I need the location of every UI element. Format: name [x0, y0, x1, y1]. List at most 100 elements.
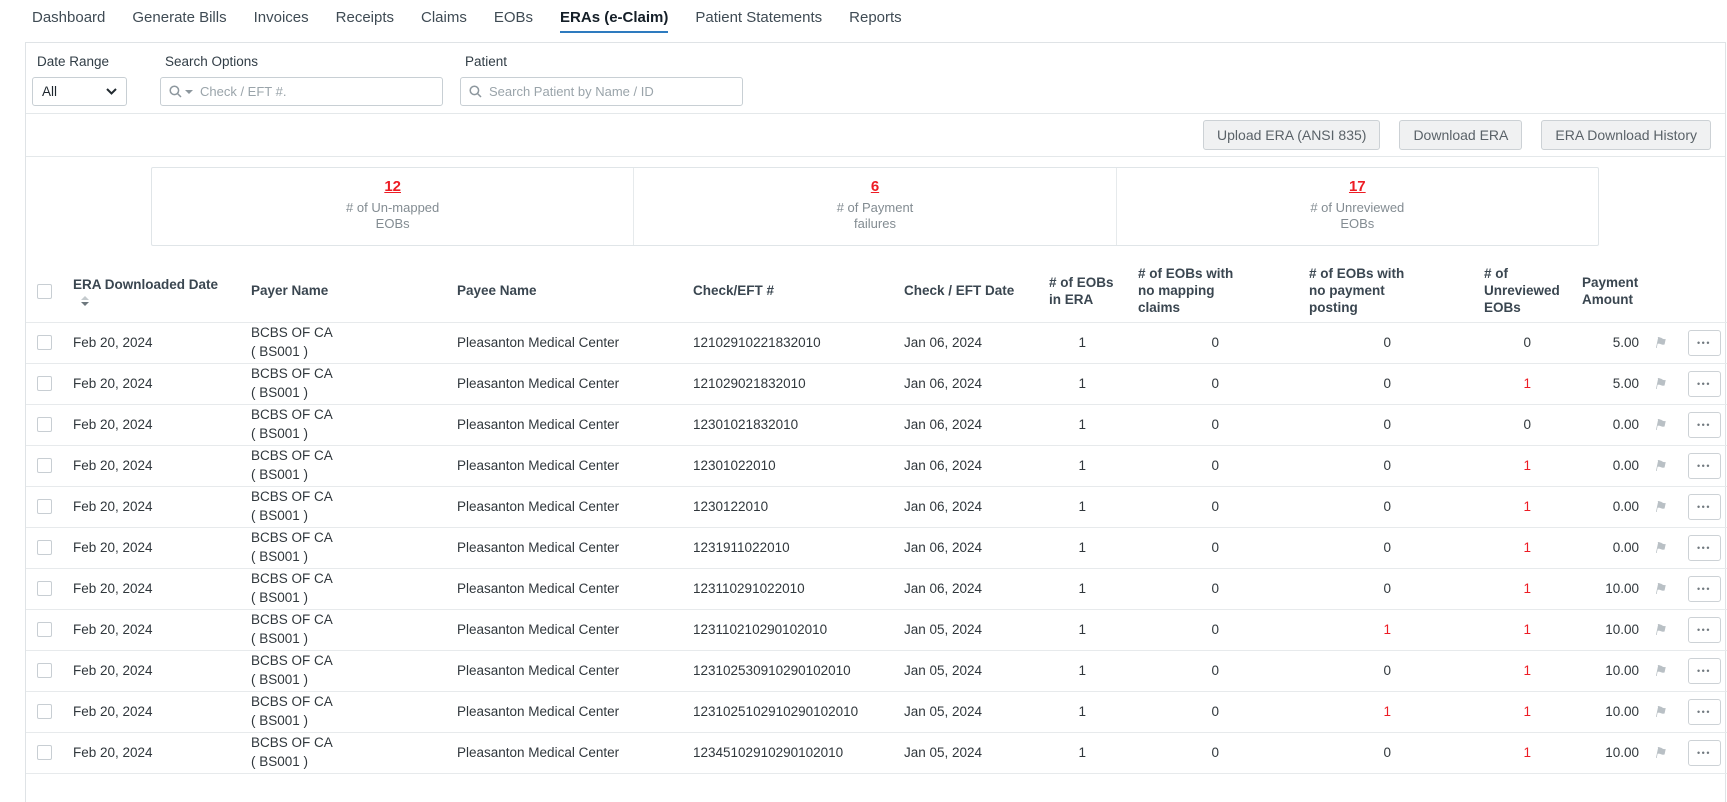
nav-tab-dashboard[interactable]: Dashboard [32, 9, 105, 31]
row-checkbox[interactable] [37, 335, 52, 351]
flag-icon[interactable]: ⚑ [1652, 457, 1669, 475]
row-checkbox[interactable] [37, 581, 52, 597]
row-actions-button[interactable]: ••• [1687, 657, 1721, 684]
download-era-button[interactable]: Download ERA [1399, 120, 1523, 150]
nav-tab-receipts[interactable]: Receipts [336, 9, 394, 31]
eobs-no-mapping-cell: 0 [1116, 691, 1249, 733]
payer-name-cell: BCBS OF CA ( BS001 ) [241, 650, 451, 692]
nav-tab-reports[interactable]: Reports [849, 9, 902, 31]
payment-amount-cell: 10.00 [1561, 691, 1641, 733]
row-actions-button[interactable]: ••• [1687, 329, 1721, 356]
chevron-down-icon [106, 88, 117, 95]
payee-name-cell: Pleasanton Medical Center [451, 486, 686, 528]
era-downloaded-date-cell: Feb 20, 2024 [71, 732, 241, 774]
eobs-no-mapping-cell: 0 [1116, 486, 1249, 528]
eobs-no-posting-cell: 0 [1249, 363, 1421, 405]
row-checkbox[interactable] [37, 704, 52, 720]
col-header-eobs-no-mapping[interactable]: # of EOBs with no mapping claims [1116, 260, 1249, 323]
row-actions-button[interactable]: ••• [1687, 575, 1721, 602]
check-eft-date-cell: Jan 06, 2024 [898, 486, 1038, 528]
row-checkbox[interactable] [37, 745, 52, 761]
unreviewed-eobs-cell: 1 [1421, 650, 1561, 692]
era-downloaded-date-cell: Feb 20, 2024 [71, 568, 241, 610]
flag-icon[interactable]: ⚑ [1652, 580, 1669, 598]
nav-tab-eobs[interactable]: EOBs [494, 9, 533, 31]
payment-failures-count-link[interactable]: 6 [871, 178, 879, 195]
col-header-unreviewed-eobs[interactable]: # of Unreviewed EOBs [1421, 260, 1561, 323]
payee-name-cell: Pleasanton Medical Center [451, 691, 686, 733]
unreviewed-eobs-cell: 1 [1421, 363, 1561, 405]
table-row: Feb 20, 2024 BCBS OF CA ( BS001 ) Pleasa… [26, 527, 1727, 569]
col-header-eobs-no-posting[interactable]: # of EOBs with no payment posting [1249, 260, 1421, 323]
flag-icon[interactable]: ⚑ [1652, 662, 1669, 680]
col-header-era-downloaded-date[interactable]: ERA Downloaded Date [73, 276, 241, 293]
eobs-no-posting-cell: 0 [1249, 486, 1421, 528]
eobs-no-posting-cell: 0 [1249, 322, 1421, 364]
row-checkbox[interactable] [37, 622, 52, 638]
col-header-payer-name[interactable]: Payer Name [241, 260, 451, 323]
patient-search-input[interactable] [489, 84, 734, 99]
eobs-in-era-cell: 1 [1038, 568, 1116, 610]
flag-icon[interactable]: ⚑ [1652, 744, 1669, 762]
payer-name-cell: BCBS OF CA ( BS001 ) [241, 445, 451, 487]
row-actions-button[interactable]: ••• [1687, 534, 1721, 561]
flag-icon[interactable]: ⚑ [1652, 498, 1669, 516]
unmapped-eobs-count-link[interactable]: 12 [384, 178, 401, 195]
flag-icon[interactable]: ⚑ [1652, 375, 1669, 393]
check-eft-date-cell: Jan 06, 2024 [898, 527, 1038, 569]
table-row: Feb 20, 2024 BCBS OF CA ( BS001 ) Pleasa… [26, 404, 1727, 446]
row-actions-button[interactable]: ••• [1687, 698, 1721, 725]
eobs-in-era-cell: 1 [1038, 609, 1116, 651]
payer-name-cell: BCBS OF CA ( BS001 ) [241, 322, 451, 364]
check-eft-number-cell: 123102530910290102010 [686, 650, 898, 692]
row-checkbox[interactable] [37, 376, 52, 392]
row-actions-button[interactable]: ••• [1687, 411, 1721, 438]
col-header-check-eft-number[interactable]: Check/EFT # [686, 260, 898, 323]
unreviewed-eobs-count-link[interactable]: 17 [1349, 178, 1366, 195]
eobs-no-posting-cell: 0 [1249, 732, 1421, 774]
payment-amount-cell: 10.00 [1561, 609, 1641, 651]
sort-ascending-icon[interactable] [81, 295, 89, 300]
row-checkbox[interactable] [37, 663, 52, 679]
row-actions-button[interactable]: ••• [1687, 370, 1721, 397]
flag-icon[interactable]: ⚑ [1652, 621, 1669, 639]
upload-era-button[interactable]: Upload ERA (ANSI 835) [1203, 120, 1381, 150]
select-all-checkbox[interactable] [37, 284, 52, 300]
row-actions-button[interactable]: ••• [1687, 493, 1721, 520]
flag-icon[interactable]: ⚑ [1652, 539, 1669, 557]
col-header-eobs-in-era[interactable]: # of EOBs in ERA [1038, 260, 1116, 323]
date-range-select[interactable]: All [32, 77, 127, 106]
payee-name-cell: Pleasanton Medical Center [451, 404, 686, 446]
row-checkbox[interactable] [37, 417, 52, 433]
col-header-payment-amount[interactable]: Payment Amount [1561, 260, 1641, 323]
row-checkbox[interactable] [37, 540, 52, 556]
search-options-label: Search Options [165, 54, 259, 69]
sort-control [81, 295, 241, 306]
col-header-check-eft-date[interactable]: Check / EFT Date [898, 260, 1038, 323]
check-eft-search-input[interactable] [200, 84, 434, 99]
eobs-in-era-cell: 1 [1038, 486, 1116, 528]
payer-name-cell: BCBS OF CA ( BS001 ) [241, 732, 451, 774]
era-download-history-button[interactable]: ERA Download History [1541, 120, 1711, 150]
nav-tab-eras-e-claim[interactable]: ERAs (e-Claim) [560, 9, 669, 33]
row-actions-button[interactable]: ••• [1687, 739, 1721, 766]
flag-icon[interactable]: ⚑ [1652, 703, 1669, 721]
nav-tab-generate-bills[interactable]: Generate Bills [132, 9, 226, 31]
search-type-caret-icon[interactable] [185, 89, 193, 94]
sort-descending-icon[interactable] [81, 301, 89, 306]
flag-icon[interactable]: ⚑ [1652, 334, 1669, 352]
flag-icon[interactable]: ⚑ [1652, 416, 1669, 434]
eobs-no-mapping-cell: 0 [1116, 650, 1249, 692]
patient-label: Patient [465, 54, 508, 69]
row-checkbox[interactable] [37, 458, 52, 474]
nav-tab-invoices[interactable]: Invoices [254, 9, 309, 31]
col-header-payee-name[interactable]: Payee Name [451, 260, 686, 323]
nav-tab-patient-statements[interactable]: Patient Statements [695, 9, 822, 31]
row-checkbox[interactable] [37, 499, 52, 515]
nav-tab-claims[interactable]: Claims [421, 9, 467, 31]
payment-amount-cell: 0.00 [1561, 486, 1641, 528]
row-actions-button[interactable]: ••• [1687, 616, 1721, 643]
payee-name-cell: Pleasanton Medical Center [451, 732, 686, 774]
unreviewed-eobs-cell: 1 [1421, 568, 1561, 610]
row-actions-button[interactable]: ••• [1687, 452, 1721, 479]
